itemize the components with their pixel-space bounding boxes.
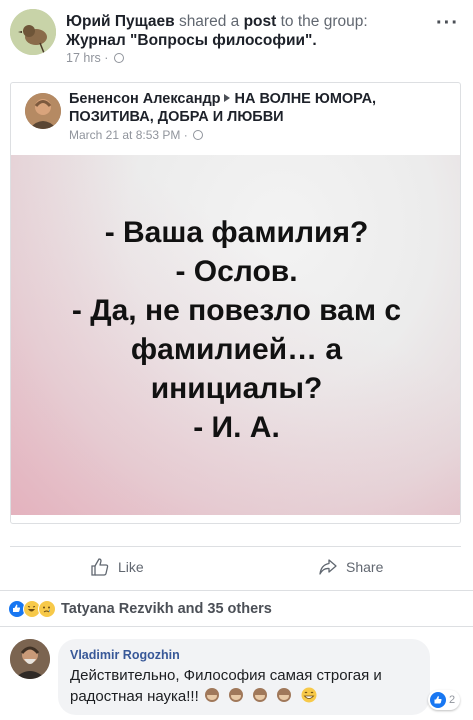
reactions-summary-text[interactable]: Tatyana Rezvikh and 35 others — [61, 601, 272, 617]
meme-line: фамилией… а — [130, 333, 343, 366]
post-time[interactable]: 17 hrs · — [66, 51, 108, 65]
monkey-icon — [229, 688, 244, 702]
post-header: Юрий Пущаев shared a post to the group: … — [0, 0, 473, 72]
commenter-avatar[interactable] — [10, 639, 50, 679]
like-button[interactable]: Like — [90, 557, 144, 577]
shared-author-avatar[interactable] — [25, 93, 61, 129]
reaction-icons — [8, 599, 56, 618]
thumbs-up-icon — [91, 558, 109, 576]
shared-author-name[interactable]: Бененсон Александр — [69, 91, 221, 107]
share-button[interactable]: Share — [318, 557, 383, 577]
sad-reaction-icon — [38, 599, 56, 618]
monkey-icon — [253, 688, 268, 702]
monkey-icon — [204, 688, 219, 702]
post-meta: 17 hrs · — [66, 50, 426, 66]
more-options-icon[interactable]: ··· — [436, 13, 459, 33]
meme-text: - Ваша фамилия? - Ослов. - Да, не повезл… — [11, 213, 460, 447]
comment-text: Действительно, Философия самая строгая и… — [70, 666, 418, 707]
post-link[interactable]: post — [244, 13, 277, 30]
post-action-text: shared a — [178, 13, 240, 30]
arrow-right-icon — [223, 94, 230, 102]
like-reaction-icon — [430, 692, 446, 708]
comment-author[interactable]: Vladimir Rogozhin — [70, 647, 418, 663]
comment-reaction-count: 2 — [449, 694, 456, 706]
post-to-text: to the group: — [280, 13, 368, 30]
group-name[interactable]: Журнал "Вопросы философии". — [66, 32, 317, 49]
share-arrow-icon — [319, 559, 337, 575]
shared-post-header-text: Бененсон Александр НА ВОЛНЕ ЮМОРА, ПОЗИТИ… — [69, 91, 449, 145]
shared-post-header: Бененсон Александр НА ВОЛНЕ ЮМОРА, ПОЗИТИ… — [11, 83, 460, 153]
meme-line: инициалы? — [150, 372, 323, 405]
shared-post-card[interactable]: Бененсон Александр НА ВОЛНЕ ЮМОРА, ПОЗИТИ… — [10, 82, 461, 524]
globe-icon — [193, 130, 204, 140]
meme-line: - Ваша фамилия? — [104, 216, 369, 249]
globe-icon — [113, 53, 124, 63]
post-header-text: Юрий Пущаев shared a post to the group: … — [66, 12, 426, 66]
reactions-summary[interactable]: Tatyana Rezvikh and 35 others — [0, 590, 473, 626]
share-label: Share — [346, 559, 384, 575]
comment: Vladimir Rogozhin Действительно, Философ… — [0, 626, 473, 720]
shared-post-meta: March 21 at 8:53 PM · — [69, 127, 449, 145]
meme-line: - Да, не повезло вам с — [71, 294, 402, 327]
author-avatar[interactable] — [10, 9, 56, 55]
like-label: Like — [118, 559, 144, 575]
comment-bubble: Vladimir Rogozhin Действительно, Философ… — [58, 639, 430, 715]
comment-body: Действительно, Философия самая строгая и… — [70, 667, 382, 705]
meme-line: - И. А. — [193, 411, 280, 444]
shared-post-time[interactable]: March 21 at 8:53 PM · — [69, 128, 188, 142]
monkey-icon — [277, 688, 292, 702]
meme-line: - Ослов. — [175, 255, 298, 288]
post-author-name[interactable]: Юрий Пущаев — [66, 13, 175, 30]
grinning-face-icon — [301, 687, 317, 703]
comment-reaction-badge[interactable]: 2 — [428, 690, 461, 710]
post-actions-bar: Like Share — [10, 546, 461, 590]
meme-image[interactable]: - Ваша фамилия? - Ослов. - Да, не повезл… — [11, 155, 460, 515]
